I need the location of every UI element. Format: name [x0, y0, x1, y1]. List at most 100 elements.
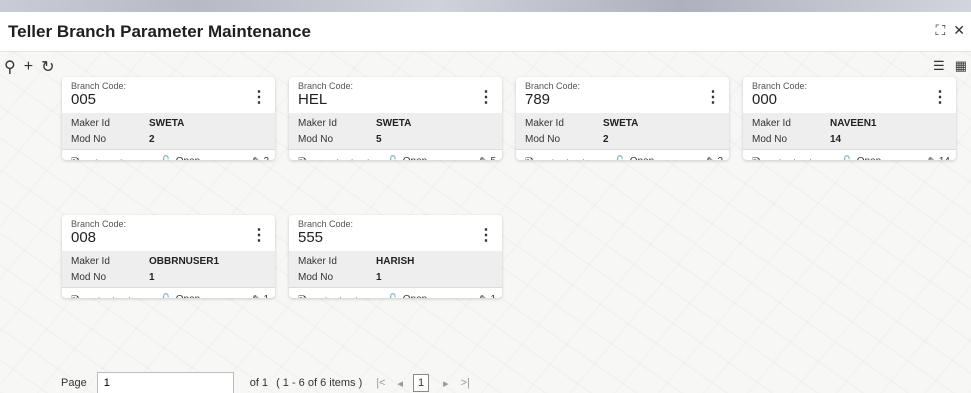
- more-options-icon[interactable]: ⋮: [251, 87, 267, 107]
- prev-page-button[interactable]: ◂: [398, 377, 404, 390]
- unlock-icon: 🔓: [159, 293, 173, 298]
- maker-id-value: SWETA: [376, 118, 412, 129]
- record-status-label: Open: [176, 294, 200, 298]
- auth-status-label: Unauthorized: [310, 159, 369, 160]
- unlock-icon: 🔓: [386, 155, 400, 160]
- auth-status-label: Authorized: [83, 297, 131, 298]
- maker-id-label: Maker Id: [71, 118, 110, 129]
- branch-card[interactable]: Branch Code: 789 ⋮ Maker Id SWETA Mod No…: [516, 77, 729, 160]
- edit-icon: ✎: [252, 293, 261, 298]
- add-icon[interactable]: +: [24, 58, 33, 76]
- card-header: Branch Code: HEL ⋮: [289, 77, 502, 113]
- more-options-icon[interactable]: ⋮: [478, 225, 494, 245]
- first-page-button[interactable]: |<: [376, 377, 385, 389]
- card-details: Maker Id HARISH Mod No 1: [289, 251, 502, 287]
- maker-id-value: SWETA: [603, 118, 639, 129]
- items-summary: ( 1 - 6 of 6 items ): [276, 377, 363, 389]
- last-page-button[interactable]: >|: [461, 377, 470, 389]
- mod-no-label: Mod No: [525, 133, 561, 145]
- edit-icon: ✎: [479, 155, 488, 160]
- auth-status[interactable]: 🗎 Authorized: [752, 155, 812, 160]
- modification-count[interactable]: ✎ 2: [252, 155, 269, 160]
- current-page-button[interactable]: 1: [413, 374, 430, 392]
- mod-no-value: 1: [149, 271, 155, 283]
- card-header: Branch Code: 008 ⋮: [62, 215, 275, 251]
- maker-id-label: Maker Id: [752, 118, 791, 129]
- record-status-label: Open: [857, 156, 881, 160]
- mod-no-label: Mod No: [752, 133, 788, 145]
- modification-count[interactable]: ✎ 1: [479, 293, 496, 298]
- auth-status[interactable]: 🗎 Rejected: [71, 155, 122, 160]
- record-status[interactable]: 🔓 Open: [386, 293, 427, 298]
- branch-code-value: 555: [298, 229, 324, 246]
- card-header: Branch Code: 555 ⋮: [289, 215, 502, 251]
- maker-id-label: Maker Id: [525, 118, 564, 129]
- card-details: Maker Id NAVEEN1 Mod No 14: [743, 113, 956, 149]
- unlock-icon: 🔓: [386, 293, 400, 298]
- more-options-icon[interactable]: ⋮: [705, 87, 721, 107]
- document-icon: 🗎: [525, 155, 534, 160]
- auth-status[interactable]: 🗎 Unauthorized: [298, 155, 369, 160]
- refresh-icon[interactable]: ↻: [41, 57, 54, 77]
- toolbar: ⚲ + ↻: [4, 57, 54, 77]
- modification-count-value: 2: [263, 156, 269, 160]
- document-icon: 🗎: [752, 155, 761, 160]
- maker-id-value: NAVEEN1: [830, 118, 877, 129]
- auth-status-label: Authorized: [537, 159, 585, 160]
- modification-count-value: 14: [939, 156, 950, 160]
- page-title: Teller Branch Parameter Maintenance: [8, 22, 311, 41]
- record-status[interactable]: 🔓 Open: [159, 155, 200, 160]
- auth-status[interactable]: 🗎 Authorized: [525, 155, 585, 160]
- modification-count-value: 5: [490, 156, 496, 160]
- document-icon: 🗎: [298, 155, 307, 160]
- branch-code-label: Branch Code:: [298, 81, 354, 91]
- branch-card[interactable]: Branch Code: 008 ⋮ Maker Id OBBRNUSER1 M…: [62, 215, 275, 298]
- modification-count[interactable]: ✎ 14: [928, 155, 950, 160]
- modification-count[interactable]: ✎ 2: [706, 155, 723, 160]
- branch-code-label: Branch Code:: [71, 81, 127, 91]
- record-status[interactable]: 🔓 Open: [840, 155, 881, 160]
- title-bar: Teller Branch Parameter Maintenance ⛶ ✕: [0, 12, 971, 52]
- branch-card[interactable]: Branch Code: 000 ⋮ Maker Id NAVEEN1 Mod …: [743, 77, 956, 160]
- document-icon: 🗎: [71, 293, 80, 298]
- modification-count[interactable]: ✎ 5: [479, 155, 496, 160]
- next-page-button[interactable]: ▸: [443, 377, 449, 390]
- expand-icon[interactable]: ⛶: [935, 22, 945, 38]
- mod-no-value: 2: [149, 133, 155, 145]
- card-details: Maker Id OBBRNUSER1 Mod No 1: [62, 251, 275, 287]
- branch-code-label: Branch Code:: [752, 81, 808, 91]
- list-view-icon[interactable]: ☰: [933, 58, 945, 74]
- search-icon[interactable]: ⚲: [4, 57, 16, 77]
- branch-code-value: 000: [752, 91, 778, 108]
- record-status[interactable]: 🔓 Open: [159, 293, 200, 298]
- auth-status-label: Authorized: [310, 297, 358, 298]
- maker-id-value: SWETA: [149, 118, 185, 129]
- record-status[interactable]: 🔓 Open: [613, 155, 654, 160]
- record-status-label: Open: [403, 294, 427, 298]
- maker-id-label: Maker Id: [71, 256, 110, 267]
- more-options-icon[interactable]: ⋮: [932, 87, 948, 107]
- more-options-icon[interactable]: ⋮: [251, 225, 267, 245]
- modification-count[interactable]: ✎ 1: [252, 293, 269, 298]
- branch-card[interactable]: Branch Code: 005 ⋮ Maker Id SWETA Mod No…: [62, 77, 275, 160]
- tile-view-icon[interactable]: ▦: [955, 58, 967, 74]
- card-footer: 🗎 Unauthorized 🔓 Open ✎ 5: [289, 149, 502, 160]
- modification-count-value: 2: [717, 156, 723, 160]
- branch-code-label: Branch Code:: [525, 81, 581, 91]
- page-input[interactable]: [96, 372, 234, 393]
- auth-status[interactable]: 🗎 Authorized: [71, 293, 131, 298]
- mod-no-label: Mod No: [71, 271, 107, 283]
- mod-no-label: Mod No: [298, 133, 334, 145]
- branch-card[interactable]: Branch Code: 555 ⋮ Maker Id HARISH Mod N…: [289, 215, 502, 298]
- card-details: Maker Id SWETA Mod No 5: [289, 113, 502, 149]
- document-icon: 🗎: [298, 293, 307, 298]
- branch-code-label: Branch Code:: [298, 219, 354, 229]
- card-details: Maker Id SWETA Mod No 2: [62, 113, 275, 149]
- modification-count-value: 1: [490, 294, 496, 298]
- record-status[interactable]: 🔓 Open: [386, 155, 427, 160]
- close-icon[interactable]: ✕: [953, 22, 965, 38]
- branch-card[interactable]: Branch Code: HEL ⋮ Maker Id SWETA Mod No…: [289, 77, 502, 160]
- mod-no-value: 14: [830, 133, 842, 145]
- auth-status[interactable]: 🗎 Authorized: [298, 293, 358, 298]
- more-options-icon[interactable]: ⋮: [478, 87, 494, 107]
